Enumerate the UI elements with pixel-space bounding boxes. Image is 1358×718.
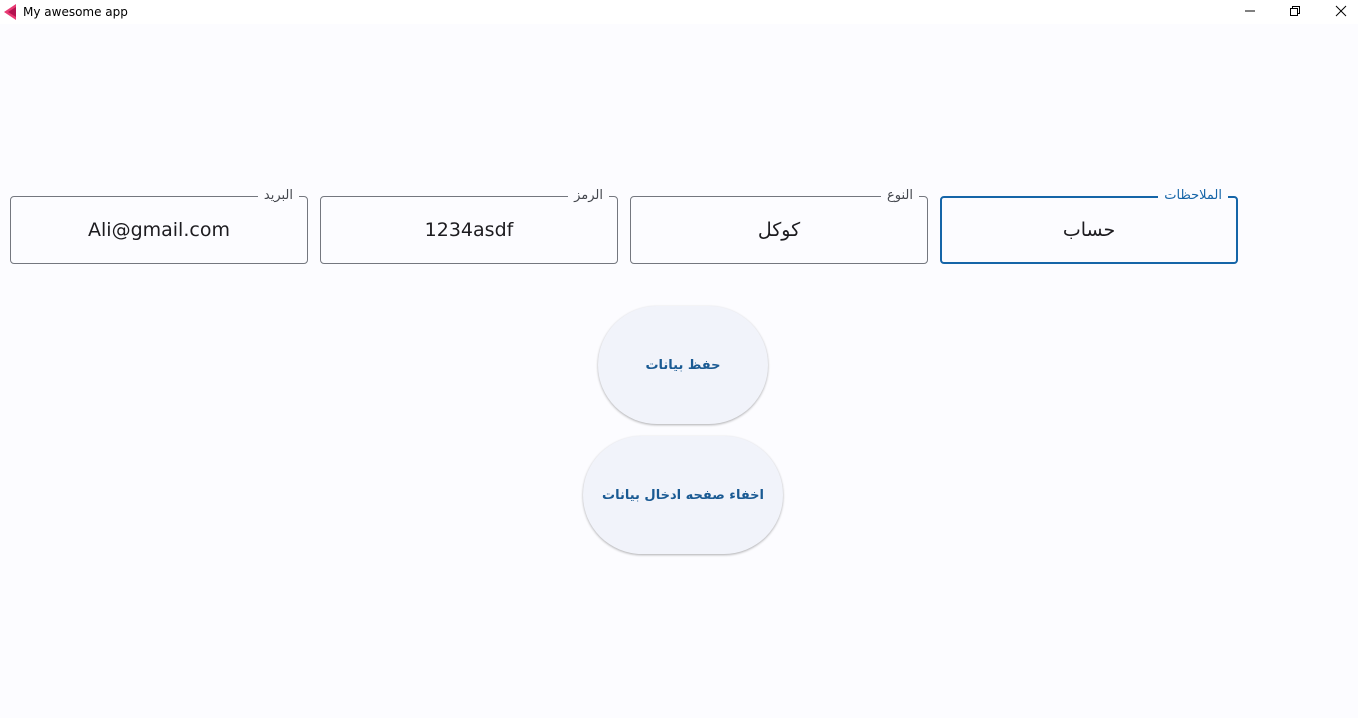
app-icon bbox=[4, 4, 16, 20]
code-field[interactable]: الرمز 1234asdf bbox=[320, 187, 618, 264]
close-button[interactable] bbox=[1318, 0, 1358, 22]
email-field[interactable]: البريد Ali@gmail.com bbox=[10, 187, 308, 264]
maximize-button[interactable] bbox=[1272, 0, 1318, 22]
window-title: My awesome app bbox=[23, 5, 128, 19]
minimize-icon bbox=[1245, 10, 1255, 12]
type-field[interactable]: النوع كوكل bbox=[630, 187, 928, 264]
notes-field[interactable]: الملاحظات حساب bbox=[940, 187, 1238, 264]
maximize-icon bbox=[1290, 6, 1300, 16]
title-bar: My awesome app bbox=[0, 0, 1358, 24]
minimize-button[interactable] bbox=[1227, 0, 1273, 22]
save-data-button[interactable]: حفظ بيانات bbox=[598, 306, 768, 424]
type-field-value[interactable]: كوكل bbox=[631, 197, 927, 263]
notes-field-value[interactable]: حساب bbox=[942, 198, 1236, 262]
hide-entry-page-button[interactable]: اخفاء صفحه ادخال بيانات bbox=[583, 436, 783, 554]
close-icon bbox=[1335, 5, 1347, 17]
code-field-value[interactable]: 1234asdf bbox=[321, 197, 617, 263]
email-field-value[interactable]: Ali@gmail.com bbox=[11, 197, 307, 263]
